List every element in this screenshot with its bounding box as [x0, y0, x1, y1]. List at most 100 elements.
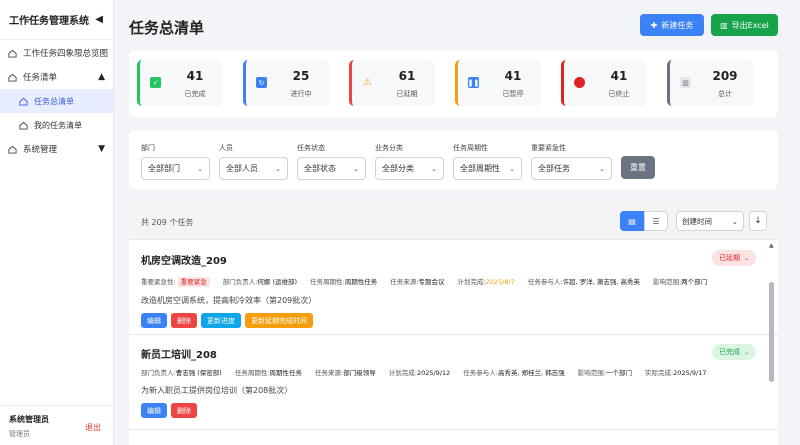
stat-label: 总计 [718, 90, 732, 98]
task-description: 为新入职员工提供岗位培训（第208批次） [141, 386, 293, 395]
task-meta: 部门负责人:曹志强 (保密部) 任务周期性:周期性任务 任务来源:部门级领导 计… [141, 367, 720, 377]
meta-label: 任务参与人: [527, 278, 563, 286]
person-select[interactable]: 全部人员 ⌄ [219, 157, 288, 180]
sort-select[interactable]: 创建时间 ⌄ [676, 211, 744, 231]
filter-department: 部门 全部部门 ⌄ [141, 143, 210, 180]
sidebar-item-all-tasks[interactable]: 任务总清单 [0, 89, 113, 113]
card-view-button[interactable]: ▤ [620, 211, 644, 231]
plus-icon: ✚ [650, 20, 658, 30]
chevron-down-icon: ⌄ [743, 348, 750, 356]
edit-button[interactable]: 编辑 [141, 313, 167, 328]
stat-completed[interactable]: ✓ 41 已完成 [137, 60, 223, 106]
select-value: 全部周期性 [460, 164, 500, 173]
edit-button[interactable]: 编辑 [141, 403, 167, 418]
sidebar-item-system[interactable]: 系统管理 ▼ [0, 137, 113, 161]
warning-icon: ⚠ [363, 77, 372, 88]
page-title: 任务总清单 [129, 19, 205, 37]
meta-label: 部门负责人: [222, 278, 258, 286]
new-task-button[interactable]: ✚ 新建任务 [640, 14, 704, 36]
list-view-icon: ☰ [652, 216, 660, 226]
sidebar-item-label: 系统管理 [23, 145, 58, 155]
meta-value: 2025/9/17 [673, 369, 707, 377]
delete-button[interactable]: 删除 [171, 403, 197, 418]
meta-value: 曹志强 (保密部) [175, 369, 222, 377]
task-meta: 重要紧急性: 重要紧急 部门负责人:何娜 (运维部) 任务周期性:周期性任务 任务… [141, 276, 720, 287]
scrollbar[interactable]: ▲ [769, 242, 775, 445]
select-value: 全部分类 [382, 164, 414, 173]
scroll-thumb[interactable] [769, 282, 774, 382]
stat-delayed[interactable]: ⚠ 61 已延期 [349, 60, 435, 106]
task-description: 改造机房空调系统，提高制冷效率（第209批次） [141, 296, 317, 305]
meta-value: 部门级领导 [343, 369, 376, 377]
chevron-down-icon: ⌄ [431, 164, 437, 173]
stat-total[interactable]: ▥ 209 总计 [667, 60, 753, 106]
stat-value: 41 [610, 69, 628, 83]
meta-label: 计划完成: [457, 278, 486, 286]
collapse-sidebar-icon[interactable]: ◀ [95, 14, 103, 25]
sidebar-item-task-list[interactable]: 任务清单 ▲ [0, 65, 113, 89]
urgency-select[interactable]: 全部任务 ⌄ [531, 157, 612, 180]
category-select[interactable]: 全部分类 ⌄ [375, 157, 444, 180]
status-select[interactable]: 全部状态 ⌄ [297, 157, 366, 180]
sidebar-item-overview[interactable]: 工作任务四象限总览图 [0, 41, 113, 65]
meta-value: 专题会议 [418, 278, 445, 286]
delete-button[interactable]: 删除 [171, 313, 197, 328]
check-icon: ✓ [150, 77, 161, 88]
filter-label: 任务状态 [297, 144, 325, 152]
main-content: 任务总清单 ✚ 新建任务 ▥ 导出Excel ✓ 41 已完成 ↻ 25 进行中… [115, 0, 800, 445]
meta-value: 许超, 罗洋, 萧志强, 高秀英 [562, 278, 640, 286]
sort-direction-button[interactable]: ↓ [749, 211, 767, 231]
periodicity-select[interactable]: 全部周期性 ⌄ [453, 157, 522, 180]
meta-value: 高秀英, 郑桂兰, 韩志强 [498, 369, 565, 377]
task-title[interactable]: 机房空调改造_209 [141, 252, 227, 267]
stat-paused[interactable]: ❚❚ 41 已暂停 [455, 60, 541, 106]
filter-label: 业务分类 [375, 144, 403, 152]
meta-label: 任务周期性: [234, 369, 270, 377]
meta-label: 重要紧急性: [141, 278, 176, 286]
select-value: 全部任务 [538, 164, 570, 173]
filter-periodicity: 任务周期性 全部周期性 ⌄ [453, 143, 522, 180]
meta-label: 实际完成: [644, 369, 674, 377]
stat-label: 已暂停 [502, 90, 524, 98]
stat-label: 进行中 [290, 90, 312, 98]
meta-value: 周期性任务 [344, 278, 378, 286]
logout-link[interactable]: 退出 [85, 422, 101, 433]
meta-value: 何娜 (运维部) [257, 278, 298, 286]
stat-value: 61 [398, 69, 416, 83]
meta-label: 影响范围: [577, 369, 606, 377]
home-icon [8, 73, 17, 82]
export-excel-button[interactable]: ▥ 导出Excel [711, 14, 778, 36]
meta-label: 任务周期性: [310, 278, 345, 286]
stat-value: 209 [712, 69, 738, 83]
chevron-down-icon: ⌄ [353, 164, 359, 173]
app-title: 工作任务管理系统 [9, 16, 89, 27]
sidebar-item-label: 任务清单 [23, 73, 58, 83]
department-select[interactable]: 全部部门 ⌄ [141, 157, 210, 180]
select-value: 全部人员 [226, 164, 258, 173]
stat-in-progress[interactable]: ↻ 25 进行中 [243, 60, 329, 106]
chevron-down-icon: ⌄ [731, 216, 738, 226]
stat-label: 已终止 [608, 90, 630, 98]
chevron-down-icon: ⌄ [197, 164, 203, 173]
update-delay-button[interactable]: 更新延期完成时间 [245, 313, 313, 328]
update-progress-button[interactable]: 更新进度 [201, 313, 241, 328]
new-task-label: 新建任务 [661, 20, 694, 30]
reset-button[interactable]: 重置 [621, 156, 655, 179]
chart-icon: ▥ [720, 20, 728, 30]
home-icon [19, 97, 28, 106]
status-text: 已延期 [718, 254, 740, 262]
status-badge[interactable]: 已延期 ⌄ [712, 250, 756, 266]
task-title[interactable]: 新员工培训_208 [141, 346, 217, 361]
stat-terminated[interactable]: 41 已终止 [561, 60, 647, 106]
scroll-up-icon[interactable]: ▲ [769, 242, 774, 249]
list-view-button[interactable]: ☰ [644, 211, 668, 231]
chart-icon: ▥ [680, 77, 691, 88]
export-label: 导出Excel [731, 20, 769, 30]
sidebar-item-my-tasks[interactable]: 我的任务清单 [0, 113, 113, 137]
meta-value: 2025/9/12 [416, 369, 451, 377]
meta-label: 任务来源: [390, 278, 419, 286]
status-badge[interactable]: 已完成 ⌄ [712, 344, 756, 360]
chevron-down-icon: ⌄ [599, 164, 605, 173]
chevron-down-icon: ⌄ [509, 164, 515, 173]
meta-label: 部门负责人: [141, 369, 176, 377]
